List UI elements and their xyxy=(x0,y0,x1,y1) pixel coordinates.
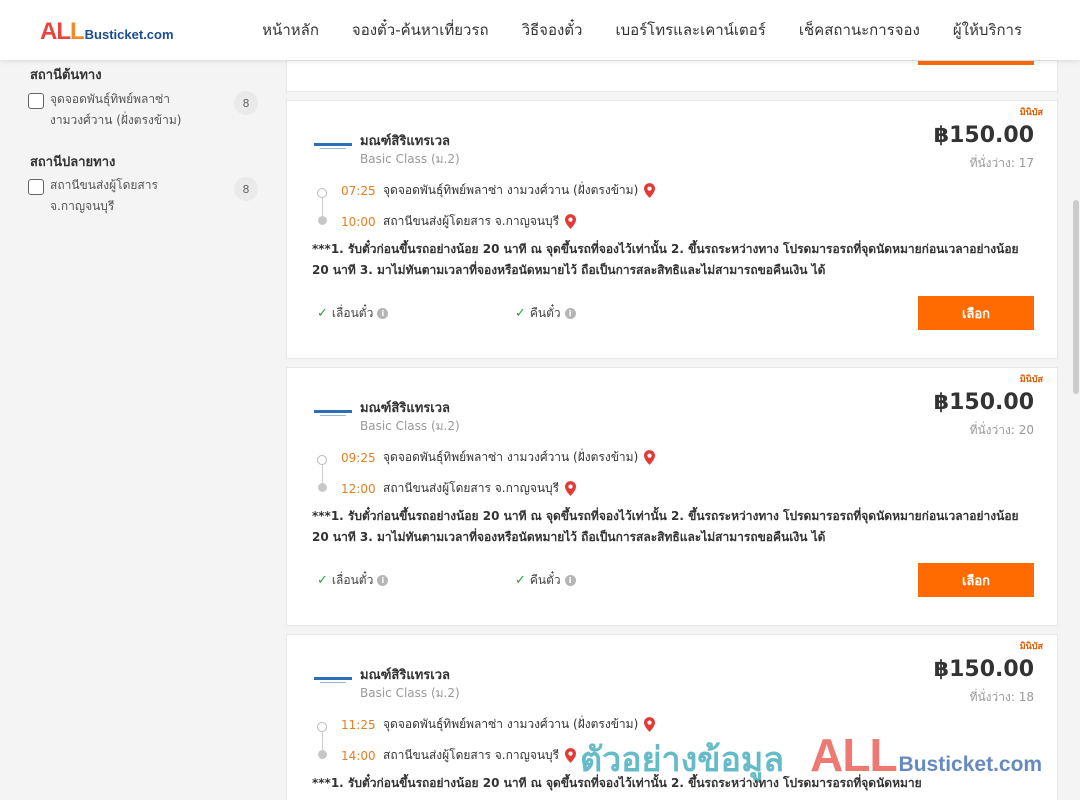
refund-label: คืนตั๋ว xyxy=(529,573,561,587)
map-pin-icon[interactable] xyxy=(565,214,577,229)
map-pin-icon[interactable] xyxy=(565,481,577,496)
arrival-dot-icon xyxy=(318,483,327,492)
map-pin-icon[interactable] xyxy=(644,450,656,465)
arrival-place: สถานีขนส่งผู้โดยสาร จ.กาญจนบุรี xyxy=(383,214,560,228)
departure-dot-icon xyxy=(317,722,327,732)
operator-name: มณฑ์สิริแทรเวล xyxy=(360,134,450,149)
trip-card: มินิบัส มณฑ์สิริแทรเวล Basic Class (ม.2)… xyxy=(286,634,1058,800)
trip-terms: ***1. รับตั๋วก่อนขึ้นรถอย่างน้อย 20 นาที… xyxy=(312,242,1019,277)
refund-feature: ✓ คืนตั๋ว i xyxy=(515,571,576,590)
departure-place: จุดจอดพันธุ์ทิพย์พลาซ่า งามวงศ์วาน (ฝั่ง… xyxy=(383,183,639,197)
destination-filter-label: สถานีขนส่งผู้โดยสาร จ.กาญจนบุรี xyxy=(50,178,158,213)
reschedule-label: เลื่อนตั๋ว xyxy=(331,573,374,587)
operator-name: มณฑ์สิริแทรเวล xyxy=(360,401,450,416)
info-icon[interactable]: i xyxy=(377,308,389,319)
arrival-place: สถานีขนส่งผู้โดยสาร จ.กาญจนบุรี xyxy=(383,748,560,762)
refund-label: คืนตั๋ว xyxy=(529,306,561,320)
nav-book-search[interactable]: จองตั๋ว-ค้นหาเที่ยวรถ xyxy=(352,18,489,42)
page-scrollbar[interactable] xyxy=(1072,60,1080,800)
origin-count-badge: 8 xyxy=(234,91,258,115)
check-icon: ✓ xyxy=(515,306,526,321)
arrival-dot-icon xyxy=(318,750,327,759)
info-icon[interactable]: i xyxy=(377,575,389,586)
map-pin-icon[interactable] xyxy=(565,748,577,763)
trip-card-partial xyxy=(286,60,1058,92)
departure-dot-icon xyxy=(317,188,327,198)
trip-card: มินิบัส มณฑ์สิริแทรเวล Basic Class (ม.2)… xyxy=(286,367,1058,626)
operator-logo xyxy=(314,410,352,418)
destination-checkbox[interactable] xyxy=(28,179,44,195)
nav-home[interactable]: หน้าหลัก xyxy=(262,18,319,42)
departure-time: 07:25 xyxy=(341,183,376,198)
check-icon: ✓ xyxy=(515,573,526,588)
origin-checkbox[interactable] xyxy=(28,93,44,109)
reschedule-feature: ✓ เลื่อนตั๋ว i xyxy=(317,571,389,590)
nav-phone-counter[interactable]: เบอร์โทรและเคาน์เตอร์ xyxy=(615,18,765,42)
map-pin-icon[interactable] xyxy=(644,717,656,732)
info-icon[interactable]: i xyxy=(564,308,576,319)
bus-type-badge: มินิบัส xyxy=(1019,108,1043,118)
seats-available: ที่นั่งว่าง: 20 xyxy=(969,423,1034,437)
arrival-stop: 14:00 สถานีขนส่งผู้โดยสาร จ.กาญจนบุรี xyxy=(341,746,577,765)
logo-busticket-text: Busticket.com xyxy=(84,27,174,42)
bus-class: Basic Class (ม.2) xyxy=(360,152,460,166)
bus-class: Basic Class (ม.2) xyxy=(360,419,460,433)
select-trip-button[interactable]: เลือก xyxy=(918,296,1034,330)
bus-type-badge: มินิบัส xyxy=(1019,642,1043,652)
bus-class: Basic Class (ม.2) xyxy=(360,686,460,700)
operator-logo xyxy=(314,677,352,685)
arrival-stop: 10:00 สถานีขนส่งผู้โดยสาร จ.กาญจนบุรี xyxy=(341,212,577,231)
destination-count-badge: 8 xyxy=(234,177,258,201)
operator-name: มณฑ์สิริแทรเวล xyxy=(360,668,450,683)
origin-filter-item[interactable]: จุดจอดพันธุ์ทิพย์พลาซ่า งามวงศ์วาน (ฝั่ง… xyxy=(28,91,258,131)
main-nav: หน้าหลัก จองตั๋ว-ค้นหาเที่ยวรถ วิธีจองตั… xyxy=(262,0,1022,60)
refund-feature: ✓ คืนตั๋ว i xyxy=(515,304,576,323)
departure-time: 09:25 xyxy=(341,450,376,465)
site-header: ALL Busticket.com หน้าหลัก จองตั๋ว-ค้นหา… xyxy=(0,0,1080,60)
departure-stop: 09:25 จุดจอดพันธุ์ทิพย์พลาซ่า งามวงศ์วาน… xyxy=(341,448,656,467)
arrival-time: 14:00 xyxy=(341,748,376,763)
nav-how-to-book[interactable]: วิธีจองตั๋ว xyxy=(522,18,583,42)
departure-time: 11:25 xyxy=(341,717,376,732)
trip-card: มินิบัส มณฑ์สิริแทรเวล Basic Class (ม.2)… xyxy=(286,100,1058,359)
origin-filter-label: จุดจอดพันธุ์ทิพย์พลาซ่า งามวงศ์วาน (ฝั่ง… xyxy=(50,92,182,127)
departure-dot-icon xyxy=(317,455,327,465)
nav-operators[interactable]: ผู้ให้บริการ xyxy=(953,18,1022,42)
ticket-price: ฿150.00 xyxy=(933,390,1034,415)
check-icon: ✓ xyxy=(317,306,328,321)
departure-place: จุดจอดพันธุ์ทิพย์พลาซ่า งามวงศ์วาน (ฝั่ง… xyxy=(383,717,639,731)
scrollbar-thumb[interactable] xyxy=(1073,200,1079,394)
departure-stop: 11:25 จุดจอดพันธุ์ทิพย์พลาซ่า งามวงศ์วาน… xyxy=(341,715,656,734)
ticket-price: ฿150.00 xyxy=(933,123,1034,148)
logo-all-text: ALL xyxy=(40,18,85,45)
check-icon: ✓ xyxy=(317,573,328,588)
trip-terms: ***1. รับตั๋วก่อนขึ้นรถอย่างน้อย 20 นาที… xyxy=(312,509,1019,544)
select-button-partial[interactable] xyxy=(918,61,1034,65)
ticket-price: ฿150.00 xyxy=(933,657,1034,682)
reschedule-feature: ✓ เลื่อนตั๋ว i xyxy=(317,304,389,323)
departure-stop: 07:25 จุดจอดพันธุ์ทิพย์พลาซ่า งามวงศ์วาน… xyxy=(341,181,656,200)
select-trip-button[interactable]: เลือก xyxy=(918,563,1034,597)
info-icon[interactable]: i xyxy=(564,575,576,586)
arrival-stop: 12:00 สถานีขนส่งผู้โดยสาร จ.กาญจนบุรี xyxy=(341,479,577,498)
origin-filter-title: สถานีต้นทาง xyxy=(30,68,102,83)
bus-type-badge: มินิบัส xyxy=(1019,375,1043,385)
site-logo[interactable]: ALL Busticket.com xyxy=(40,18,174,46)
trip-terms: ***1. รับตั๋วก่อนขึ้นรถอย่างน้อย 20 นาที… xyxy=(312,776,922,790)
seats-available: ที่นั่งว่าง: 17 xyxy=(969,156,1034,170)
arrival-time: 12:00 xyxy=(341,481,376,496)
operator-logo xyxy=(314,143,352,151)
seats-available: ที่นั่งว่าง: 18 xyxy=(969,690,1034,704)
destination-filter-title: สถานีปลายทาง xyxy=(30,155,116,170)
departure-place: จุดจอดพันธุ์ทิพย์พลาซ่า งามวงศ์วาน (ฝั่ง… xyxy=(383,450,639,464)
destination-filter-item[interactable]: สถานีขนส่งผู้โดยสาร จ.กาญจนบุรี 8 xyxy=(28,177,258,217)
map-pin-icon[interactable] xyxy=(644,183,656,198)
nav-check-booking[interactable]: เช็คสถานะการจอง xyxy=(799,18,920,42)
arrival-place: สถานีขนส่งผู้โดยสาร จ.กาญจนบุรี xyxy=(383,481,560,495)
reschedule-label: เลื่อนตั๋ว xyxy=(331,306,374,320)
arrival-time: 10:00 xyxy=(341,214,376,229)
arrival-dot-icon xyxy=(318,216,327,225)
